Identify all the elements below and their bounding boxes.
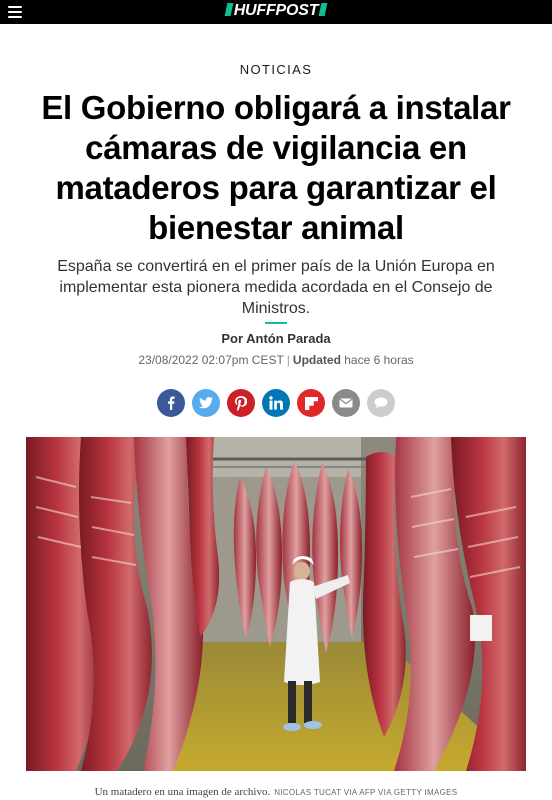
facebook-icon[interactable] — [157, 389, 185, 417]
article-headline: El Gobierno obligará a instalar cámaras … — [41, 89, 511, 246]
logo-text: HUFFPOST — [233, 2, 319, 19]
linkedin-icon[interactable] — [262, 389, 290, 417]
comment-icon[interactable] — [367, 389, 395, 417]
flipboard-icon[interactable] — [297, 389, 325, 417]
section-label[interactable]: NOTICIAS — [0, 62, 552, 77]
twitter-icon[interactable] — [192, 389, 220, 417]
byline-divider — [265, 322, 287, 324]
author-byline[interactable]: Por Antón Parada — [0, 331, 552, 346]
photo-credit: NICOLAS TUCAT VIA AFP VIA GETTY IMAGES — [274, 788, 458, 797]
email-icon[interactable] — [332, 389, 360, 417]
caption-text: Un matadero en una imagen de archivo. — [94, 786, 271, 798]
photo-caption: Un matadero en una imagen de archivo. NIC… — [0, 782, 552, 800]
article-photo — [26, 437, 526, 771]
top-navigation-bar: HUFFPOST — [0, 0, 552, 24]
article-subheadline: España se convertirá en el primer país d… — [57, 258, 495, 317]
pinterest-icon[interactable] — [227, 389, 255, 417]
updated-value: hace 6 horas — [344, 353, 414, 367]
publish-date: 23/08/2022 02:07pm CEST — [138, 353, 284, 367]
timestamp-separator: | — [286, 353, 290, 367]
share-bar — [0, 389, 552, 417]
huffpost-logo[interactable]: HUFFPOST — [0, 2, 552, 20]
updated-label: Updated — [292, 353, 341, 367]
publish-timestamp: 23/08/2022 02:07pm CEST | Updated hace 6 h… — [0, 353, 552, 367]
